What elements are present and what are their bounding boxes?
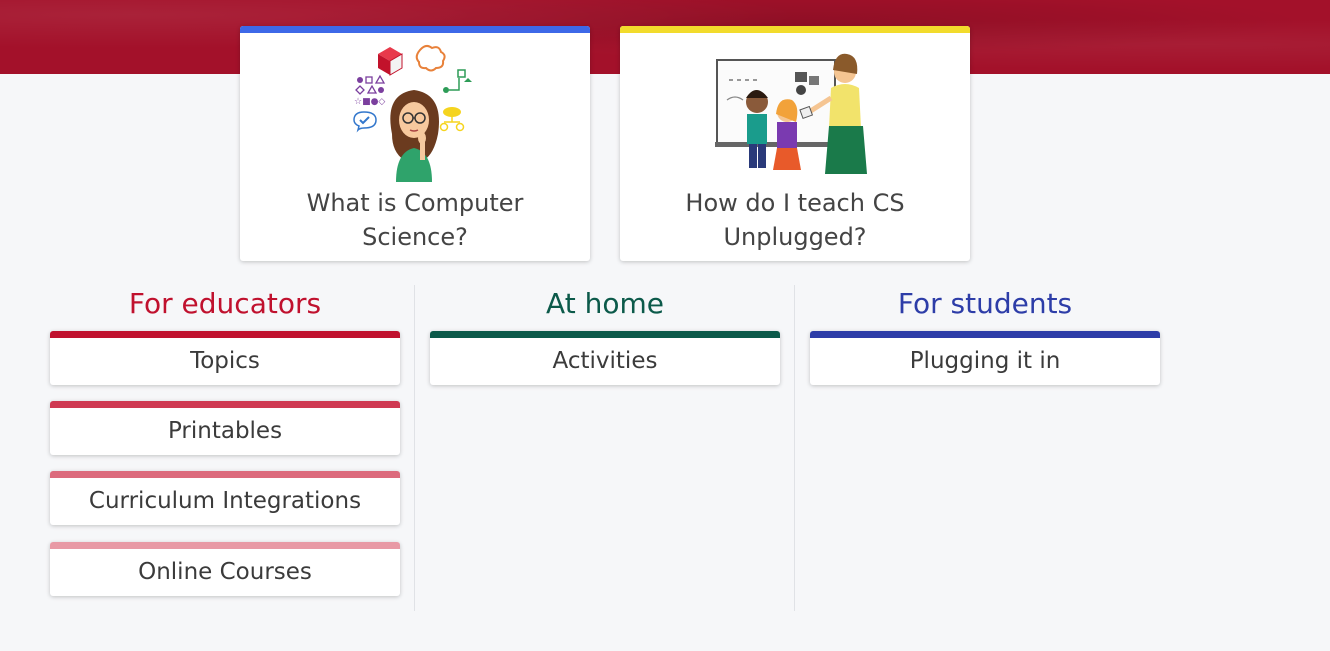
plugging-it-in-link[interactable]: Plugging it in <box>810 331 1160 385</box>
curriculum-integrations-label: Curriculum Integrations <box>88 488 362 514</box>
online-courses-label: Online Courses <box>138 559 312 585</box>
online-courses-link[interactable]: Online Courses <box>50 542 400 596</box>
how-to-teach-title: How do I teach CS Unplugged? <box>685 189 905 251</box>
topics-label: Topics <box>190 348 260 374</box>
activities-label: Activities <box>552 348 658 374</box>
link-accent-bar <box>50 401 400 408</box>
for-students-heading: For students <box>897 287 1073 320</box>
link-accent-bar <box>50 542 400 549</box>
printables-link[interactable]: Printables <box>50 401 400 455</box>
at-home-heading: At home <box>546 287 664 320</box>
link-accent-bar <box>810 331 1160 338</box>
printables-label: Printables <box>167 418 283 444</box>
thinking-girl-illustration: ☆■●◇ <box>353 44 472 182</box>
what-is-cs-card[interactable]: ☆■●◇ What is Computer Science? <box>240 26 590 261</box>
plugging-it-in-label: Plugging it in <box>909 348 1061 374</box>
teacher-students-illustration <box>715 53 867 174</box>
card-accent-bar <box>620 26 970 33</box>
activities-link[interactable]: Activities <box>430 331 780 385</box>
how-to-teach-card[interactable]: How do I teach CS Unplugged? <box>620 26 970 261</box>
what-is-cs-title: What is Computer Science? <box>306 189 524 251</box>
curriculum-integrations-link[interactable]: Curriculum Integrations <box>50 471 400 525</box>
card-accent-bar <box>240 26 590 33</box>
svg-text:☆■●◇: ☆■●◇ <box>354 97 385 107</box>
for-educators-heading: For educators <box>128 287 322 320</box>
column-divider <box>794 285 795 611</box>
column-divider <box>414 285 415 611</box>
link-accent-bar <box>430 331 780 338</box>
topics-link[interactable]: Topics <box>50 331 400 385</box>
link-accent-bar <box>50 331 400 338</box>
link-accent-bar <box>50 471 400 478</box>
